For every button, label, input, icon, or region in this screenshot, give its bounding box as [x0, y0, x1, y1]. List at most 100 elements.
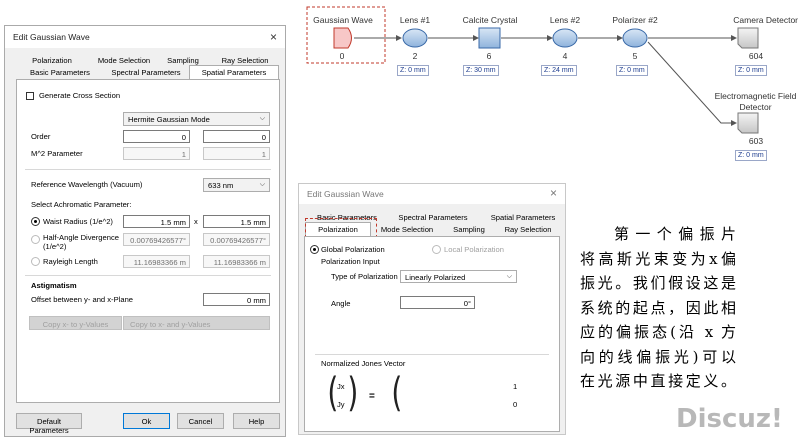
system-diagram: [306, 6, 759, 134]
em-field-detector-icon: [737, 112, 759, 134]
offset-input[interactable]: 0 mm: [203, 293, 270, 306]
cancel-button[interactable]: Cancel: [177, 413, 224, 429]
node-label-polarizer-2: Polarizer #2: [612, 15, 658, 25]
equals-sign: =: [369, 391, 375, 402]
reference-wavelength-value: 633 nm: [208, 181, 234, 190]
node-num-lens-2: 4: [562, 51, 568, 61]
node-label-calcite-crystal: Calcite Crystal: [462, 15, 518, 25]
rayleigh-length-radio[interactable]: [31, 257, 40, 266]
order-x-input[interactable]: 0: [123, 130, 190, 143]
tab-ray-selection[interactable]: Ray Selection: [499, 225, 557, 234]
mode-type-select[interactable]: Hermite Gaussian Mode ⌵: [123, 112, 270, 126]
times-sign: x: [194, 217, 198, 226]
dialog-title: Edit Gaussian Wave: [13, 32, 90, 42]
waist-radius-y-input[interactable]: 1.5 mm: [203, 215, 270, 228]
type-of-polarization-label: Type of Polarization: [331, 272, 398, 281]
angle-input[interactable]: 0°: [400, 296, 475, 309]
polarization-input-label: Polarization Input: [321, 257, 380, 266]
tab-spatial-parameters[interactable]: Spatial Parameters: [189, 65, 279, 80]
offset-label: Offset between y- and x-Plane: [31, 295, 134, 304]
text-line: 系统的起点，因此相: [580, 298, 736, 317]
lens-2-icon: [552, 28, 578, 48]
rayleigh-length-label: Rayleigh Length: [43, 257, 98, 266]
half-angle-divergence-label: Half-Angle Divergence: [43, 233, 119, 242]
help-button[interactable]: Help: [233, 413, 280, 429]
z-position-lens-2: Z: 24 mm: [541, 65, 577, 76]
node-label-lens-2: Lens #2: [549, 15, 581, 25]
left-paren-values: (: [391, 370, 403, 416]
mode-type-value: Hermite Gaussian Mode: [128, 115, 210, 124]
polarizer-2-icon: [622, 28, 648, 48]
separator: [25, 275, 271, 276]
half-angle-divergence-radio[interactable]: [31, 235, 40, 244]
type-of-polarization-value: Linearly Polarized: [405, 273, 466, 282]
default-parameters-button[interactable]: Default Parameters: [16, 413, 82, 435]
close-icon[interactable]: ×: [550, 186, 557, 200]
chinese-explanation: 第一个偏振片 将高斯光束变为x偏 振光。我们假设这是 系统的起点，因此相 应的偏…: [580, 222, 736, 394]
copy-to-x-and-y-button[interactable]: Copy to x- and y-Values: [123, 316, 270, 330]
separator: [25, 169, 271, 170]
node-num-gaussian-wave: 0: [339, 51, 345, 61]
tab-mode-selection[interactable]: Mode Selection: [90, 56, 158, 65]
half-angle-divergence-label-sub: (1/e^2): [43, 242, 67, 251]
z-position-calcite-crystal: Z: 30 mm: [463, 65, 499, 76]
chevron-down-icon: ⌵: [259, 181, 265, 188]
spatial-parameters-panel: Generate Cross Section Hermite Gaussian …: [16, 79, 280, 403]
node-label-lens-1: Lens #1: [399, 15, 431, 25]
edit-gaussian-wave-dialog-polarization: Edit Gaussian Wave × Basic Parameters Sp…: [298, 183, 566, 435]
type-of-polarization-select[interactable]: Linearly Polarized ⌵: [400, 270, 517, 283]
node-label-camera-detector: Camera Detector: [733, 15, 798, 25]
gaussian-source-icon: [333, 27, 352, 49]
node-num-camera-detector: 604: [748, 51, 764, 61]
tab-sampling[interactable]: Sampling: [447, 225, 491, 234]
local-polarization-label: Local Polarization: [444, 245, 504, 254]
tab-mode-selection[interactable]: Mode Selection: [375, 225, 439, 234]
waist-radius-label: Waist Radius (1/e^2): [43, 217, 113, 226]
generate-cross-section-checkbox[interactable]: [26, 92, 34, 100]
global-polarization-label: Global Polarization: [321, 245, 385, 254]
node-label-em-field-detector-2: Detector: [739, 102, 772, 112]
tab-spectral-parameters[interactable]: Spectral Parameters: [395, 213, 471, 222]
tab-sampling[interactable]: Sampling: [163, 56, 203, 65]
camera-detector-icon: [737, 27, 759, 49]
reference-wavelength-label: Reference Wavelength (Vacuum): [31, 180, 143, 189]
lens-1-icon: [402, 28, 428, 48]
tab-ray-selection[interactable]: Ray Selection: [215, 56, 275, 65]
text-line: 应的偏振态(沿 x 方: [580, 323, 736, 341]
half-angle-x-value: 0.00769426577°: [123, 233, 190, 246]
text-line: 在光源中直接定义。: [580, 372, 736, 390]
copy-x-to-y-button[interactable]: Copy x- to y-Values: [29, 316, 122, 330]
tab-spatial-parameters[interactable]: Spatial Parameters: [483, 213, 563, 222]
chevron-down-icon: ⌵: [259, 115, 265, 122]
waist-radius-radio[interactable]: [31, 217, 40, 226]
normalized-jones-vector-label: Normalized Jones Vector: [321, 359, 406, 368]
generate-cross-section-label: Generate Cross Section: [39, 91, 121, 100]
order-y-input[interactable]: 0: [203, 130, 270, 143]
edit-gaussian-wave-dialog: Edit Gaussian Wave × Polarization Mode S…: [4, 25, 286, 437]
node-num-em-field-detector: 603: [748, 136, 764, 146]
ok-button[interactable]: Ok: [123, 413, 170, 429]
dialog-titlebar: Edit Gaussian Wave ×: [299, 184, 565, 204]
jones-jy-label: Jy: [337, 400, 345, 409]
close-icon[interactable]: ×: [270, 30, 277, 44]
jones-value-2: 0: [513, 400, 518, 409]
tab-spectral-parameters[interactable]: Spectral Parameters: [105, 68, 187, 77]
node-label-em-field-detector: Electromagnetic Field: [714, 91, 797, 101]
polarization-panel: Global Polarization Local Polarization P…: [304, 236, 560, 432]
astigmatism-heading: Astigmatism: [31, 281, 77, 290]
calcite-crystal-icon: [478, 27, 501, 49]
z-position-em-field-detector: Z: 0 mm: [735, 150, 767, 161]
z-position-camera-detector: Z: 0 mm: [735, 65, 767, 76]
global-polarization-radio[interactable]: [310, 245, 319, 254]
node-num-lens-1: 2: [412, 51, 418, 61]
reference-wavelength-select[interactable]: 633 nm ⌵: [203, 178, 270, 192]
waist-radius-x-input[interactable]: 1.5 mm: [123, 215, 190, 228]
dialog-titlebar: Edit Gaussian Wave ×: [5, 26, 285, 48]
tab-polarization[interactable]: Polarization: [27, 56, 77, 65]
rayleigh-x-value: 11.16983366 m: [123, 255, 190, 268]
tab-basic-parameters[interactable]: Basic Parameters: [19, 68, 101, 77]
z-position-polarizer-2: Z: 0 mm: [616, 65, 648, 76]
m2-y-value: 1: [203, 147, 270, 160]
local-polarization-radio[interactable]: [432, 245, 441, 254]
text-line: 向的线偏振光)可以: [580, 347, 736, 366]
